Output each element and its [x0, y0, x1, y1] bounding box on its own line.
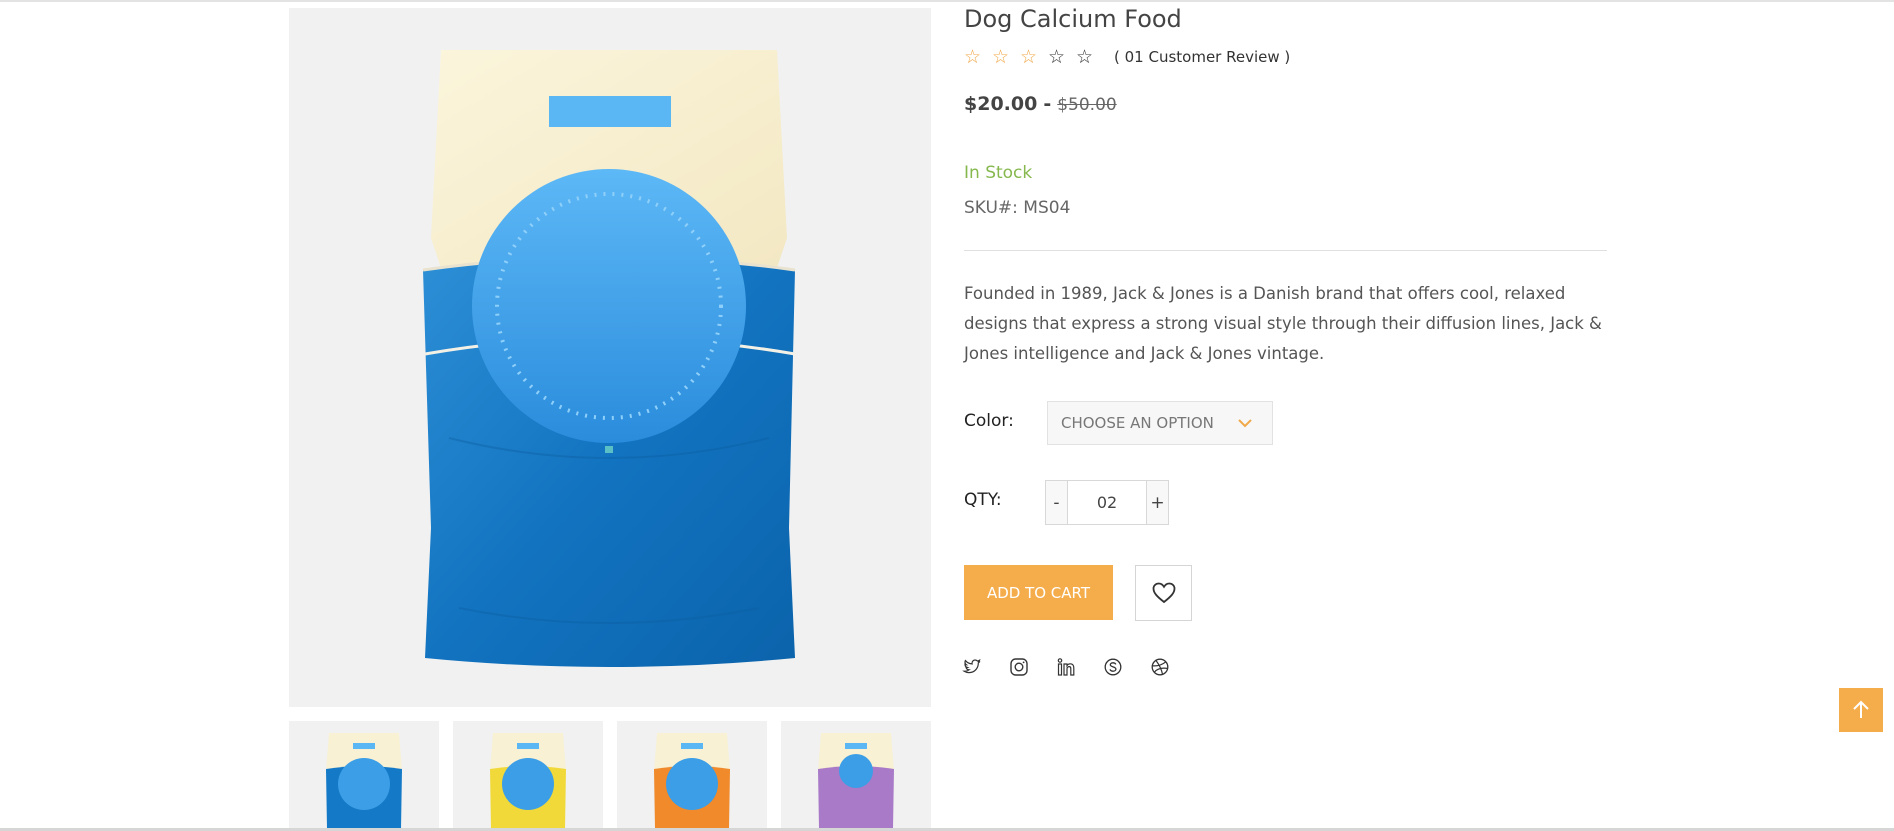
linkedin-icon: [1057, 658, 1075, 676]
instagram-icon: [1010, 658, 1028, 676]
thumbnail-strip: [289, 721, 931, 831]
price-current: $20.00: [964, 93, 1038, 115]
arrow-up-icon: [1853, 700, 1869, 718]
qty-decrease-button[interactable]: -: [1046, 481, 1068, 524]
qty-label: QTY:: [964, 490, 1002, 510]
product-description: Founded in 1989, Jack & Jones is a Danis…: [964, 284, 1602, 363]
main-product-image[interactable]: [289, 8, 931, 707]
social-share-list: [962, 655, 1197, 679]
thumbnail-yellow-bag: [490, 733, 566, 829]
qty-input[interactable]: 02: [1068, 481, 1146, 524]
star-icon: ☆: [1020, 46, 1038, 68]
wishlist-button[interactable]: [1135, 565, 1192, 621]
review-count-link[interactable]: ( 01 Customer Review ): [1114, 48, 1290, 66]
star-icon: ☆: [1076, 46, 1094, 68]
heart-icon: [1152, 582, 1175, 604]
thumbnail-purple[interactable]: [781, 721, 931, 829]
product-title: Dog Calcium Food: [964, 5, 1182, 33]
price-separator: -: [1043, 93, 1052, 115]
product-rating: ☆ ☆ ☆ ☆ ☆ ( 01 Customer Review ): [964, 45, 1290, 69]
thumbnail-orange-bag: [654, 733, 730, 829]
thumbnail-purple-bag: [818, 733, 894, 829]
star-icon: ☆: [992, 46, 1010, 68]
skype-link[interactable]: [1103, 655, 1150, 679]
thumbnail-blue-bag: [326, 733, 402, 829]
stock-status: In Stock: [964, 163, 1033, 183]
product-sku: SKU#: MS04: [964, 198, 1071, 218]
star-icon: ☆: [964, 46, 982, 68]
dog-food-bag-image: [422, 50, 796, 667]
thumbnail-yellow[interactable]: [453, 721, 603, 829]
chevron-down-icon: [1238, 419, 1252, 428]
color-select[interactable]: CHOOSE AN OPTION: [1047, 401, 1273, 445]
scroll-to-top-button[interactable]: [1839, 688, 1883, 732]
linkedin-link[interactable]: [1056, 655, 1103, 679]
price-old: $50.00: [1057, 95, 1117, 115]
quantity-stepper: - 02 +: [1045, 480, 1169, 525]
color-select-value: CHOOSE AN OPTION: [1061, 414, 1214, 432]
top-border: [0, 0, 1894, 2]
thumbnail-blue[interactable]: [289, 721, 439, 829]
dribbble-link[interactable]: [1150, 655, 1197, 679]
divider: [964, 250, 1607, 251]
twitter-icon: [962, 658, 981, 674]
star-icon: ☆: [1048, 46, 1066, 68]
qty-increase-button[interactable]: +: [1146, 481, 1168, 524]
instagram-link[interactable]: [1009, 655, 1056, 679]
twitter-link[interactable]: [962, 655, 1009, 679]
add-to-cart-button[interactable]: ADD TO CART: [964, 565, 1113, 620]
thumbnail-orange[interactable]: [617, 721, 767, 829]
color-label: Color:: [964, 411, 1014, 431]
product-price: $20.00 - $50.00: [964, 93, 1117, 115]
skype-icon: [1104, 658, 1122, 676]
dribbble-icon: [1151, 658, 1169, 676]
